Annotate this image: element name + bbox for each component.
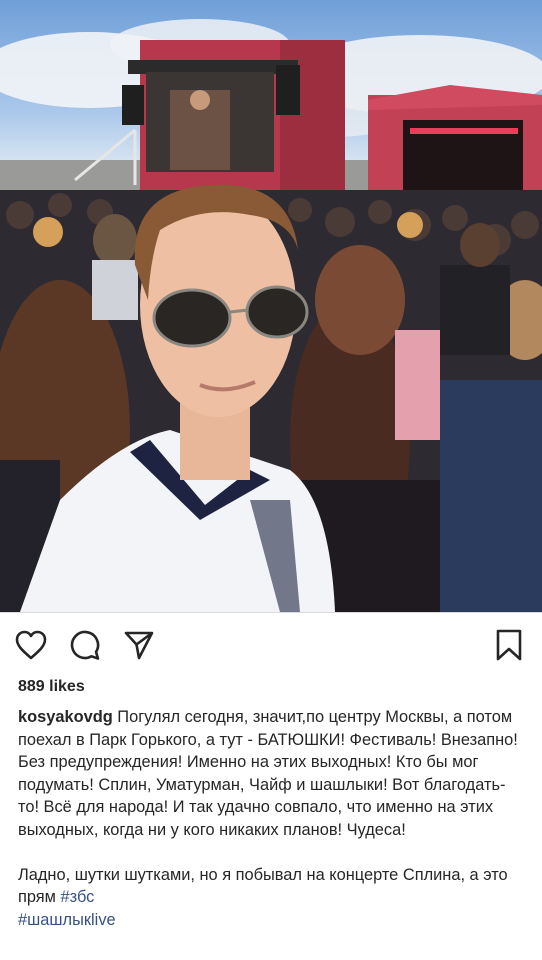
post-caption: kosyakovdg Погулял сегодня, значит,по це… — [18, 706, 524, 931]
share-icon — [124, 631, 154, 660]
save-button[interactable] — [492, 628, 526, 662]
hashtag-link[interactable]: #шашлыкlive — [18, 911, 116, 929]
heart-icon — [15, 630, 47, 660]
like-button[interactable] — [14, 628, 48, 662]
post-photo[interactable] — [0, 0, 542, 612]
comment-button[interactable] — [68, 628, 102, 662]
likes-count[interactable]: 889 likes — [18, 678, 85, 696]
share-button[interactable] — [122, 628, 156, 662]
author-username[interactable]: kosyakovdg — [18, 708, 113, 726]
bookmark-icon — [496, 629, 522, 661]
photo-divider — [0, 612, 542, 613]
hashtag-link[interactable]: #збс — [61, 888, 95, 906]
caption-main-text: Погулял сегодня, значит,по центру Москвы… — [18, 708, 518, 839]
caption-paragraph-2: Ладно, шутки шутками, но я побывал на ко… — [18, 864, 524, 932]
post-action-bar — [0, 620, 542, 672]
comment-icon — [70, 630, 100, 660]
caption-paragraph-1: kosyakovdg Погулял сегодня, значит,по це… — [18, 706, 524, 842]
post-photo-illustration — [0, 19, 542, 612]
